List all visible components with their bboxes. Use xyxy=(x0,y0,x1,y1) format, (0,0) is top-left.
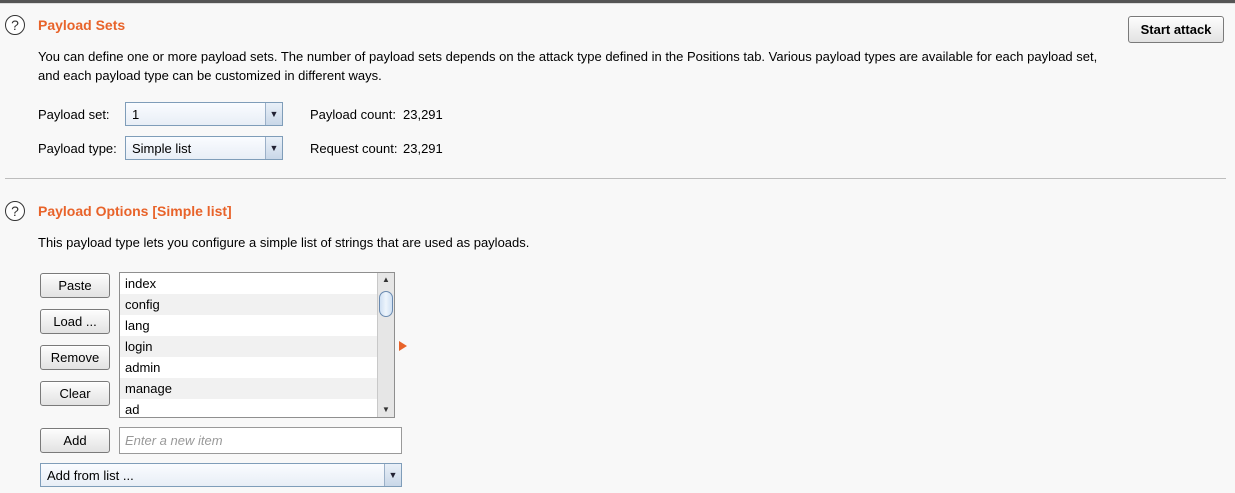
paste-button[interactable]: Paste xyxy=(40,273,110,298)
payload-set-label: Payload set: xyxy=(38,107,110,122)
payload-options-description: This payload type lets you configure a s… xyxy=(38,235,530,250)
add-from-list-label: Add from list ... xyxy=(47,468,134,483)
section-title-payload-options: Payload Options [Simple list] xyxy=(38,203,232,219)
new-item-input[interactable] xyxy=(119,427,402,454)
chevron-down-icon: ▼ xyxy=(265,103,282,125)
request-count-value: 23,291 xyxy=(403,141,443,156)
payload-count-label: Payload count: xyxy=(310,107,397,122)
payload-sets-description-line2: and each payload type can be customized … xyxy=(38,68,382,83)
list-item[interactable]: lang xyxy=(120,315,379,336)
top-border-highlight xyxy=(0,3,1235,4)
payload-list[interactable]: index config lang login admin manage ad … xyxy=(119,272,395,418)
add-button[interactable]: Add xyxy=(40,428,110,453)
scroll-down-icon[interactable]: ▼ xyxy=(378,403,394,417)
payload-set-value: 1 xyxy=(132,107,140,122)
list-item[interactable]: config xyxy=(120,294,379,315)
payload-count-value: 23,291 xyxy=(403,107,443,122)
request-count-label: Request count: xyxy=(310,141,398,156)
payload-sets-description-line1: You can define one or more payload sets.… xyxy=(38,49,1098,64)
chevron-down-icon: ▼ xyxy=(384,464,401,486)
list-item[interactable]: ad xyxy=(120,399,379,417)
payload-type-label: Payload type: xyxy=(38,141,117,156)
help-icon[interactable]: ? xyxy=(5,15,25,35)
start-attack-button[interactable]: Start attack xyxy=(1128,16,1224,43)
scroll-up-icon[interactable]: ▲ xyxy=(378,273,394,287)
payload-type-value: Simple list xyxy=(132,141,192,156)
load-button[interactable]: Load ... xyxy=(40,309,110,334)
payload-type-select[interactable]: Simple list ▼ xyxy=(125,136,283,160)
list-item[interactable]: manage xyxy=(120,378,379,399)
list-item[interactable]: index xyxy=(120,273,379,294)
chevron-down-icon: ▼ xyxy=(265,137,282,159)
list-item[interactable]: login xyxy=(120,336,379,357)
list-item[interactable]: admin xyxy=(120,357,379,378)
payload-set-select[interactable]: 1 ▼ xyxy=(125,102,283,126)
add-from-list-select[interactable]: Add from list ... ▼ xyxy=(40,463,402,487)
clear-button[interactable]: Clear xyxy=(40,381,110,406)
vertical-scrollbar[interactable]: ▲ ▼ xyxy=(377,273,394,417)
help-icon[interactable]: ? xyxy=(5,201,25,221)
expand-arrow-icon[interactable] xyxy=(399,341,407,351)
scroll-thumb[interactable] xyxy=(379,291,393,317)
section-divider xyxy=(5,178,1226,179)
remove-button[interactable]: Remove xyxy=(40,345,110,370)
section-title-payload-sets: Payload Sets xyxy=(38,17,126,33)
